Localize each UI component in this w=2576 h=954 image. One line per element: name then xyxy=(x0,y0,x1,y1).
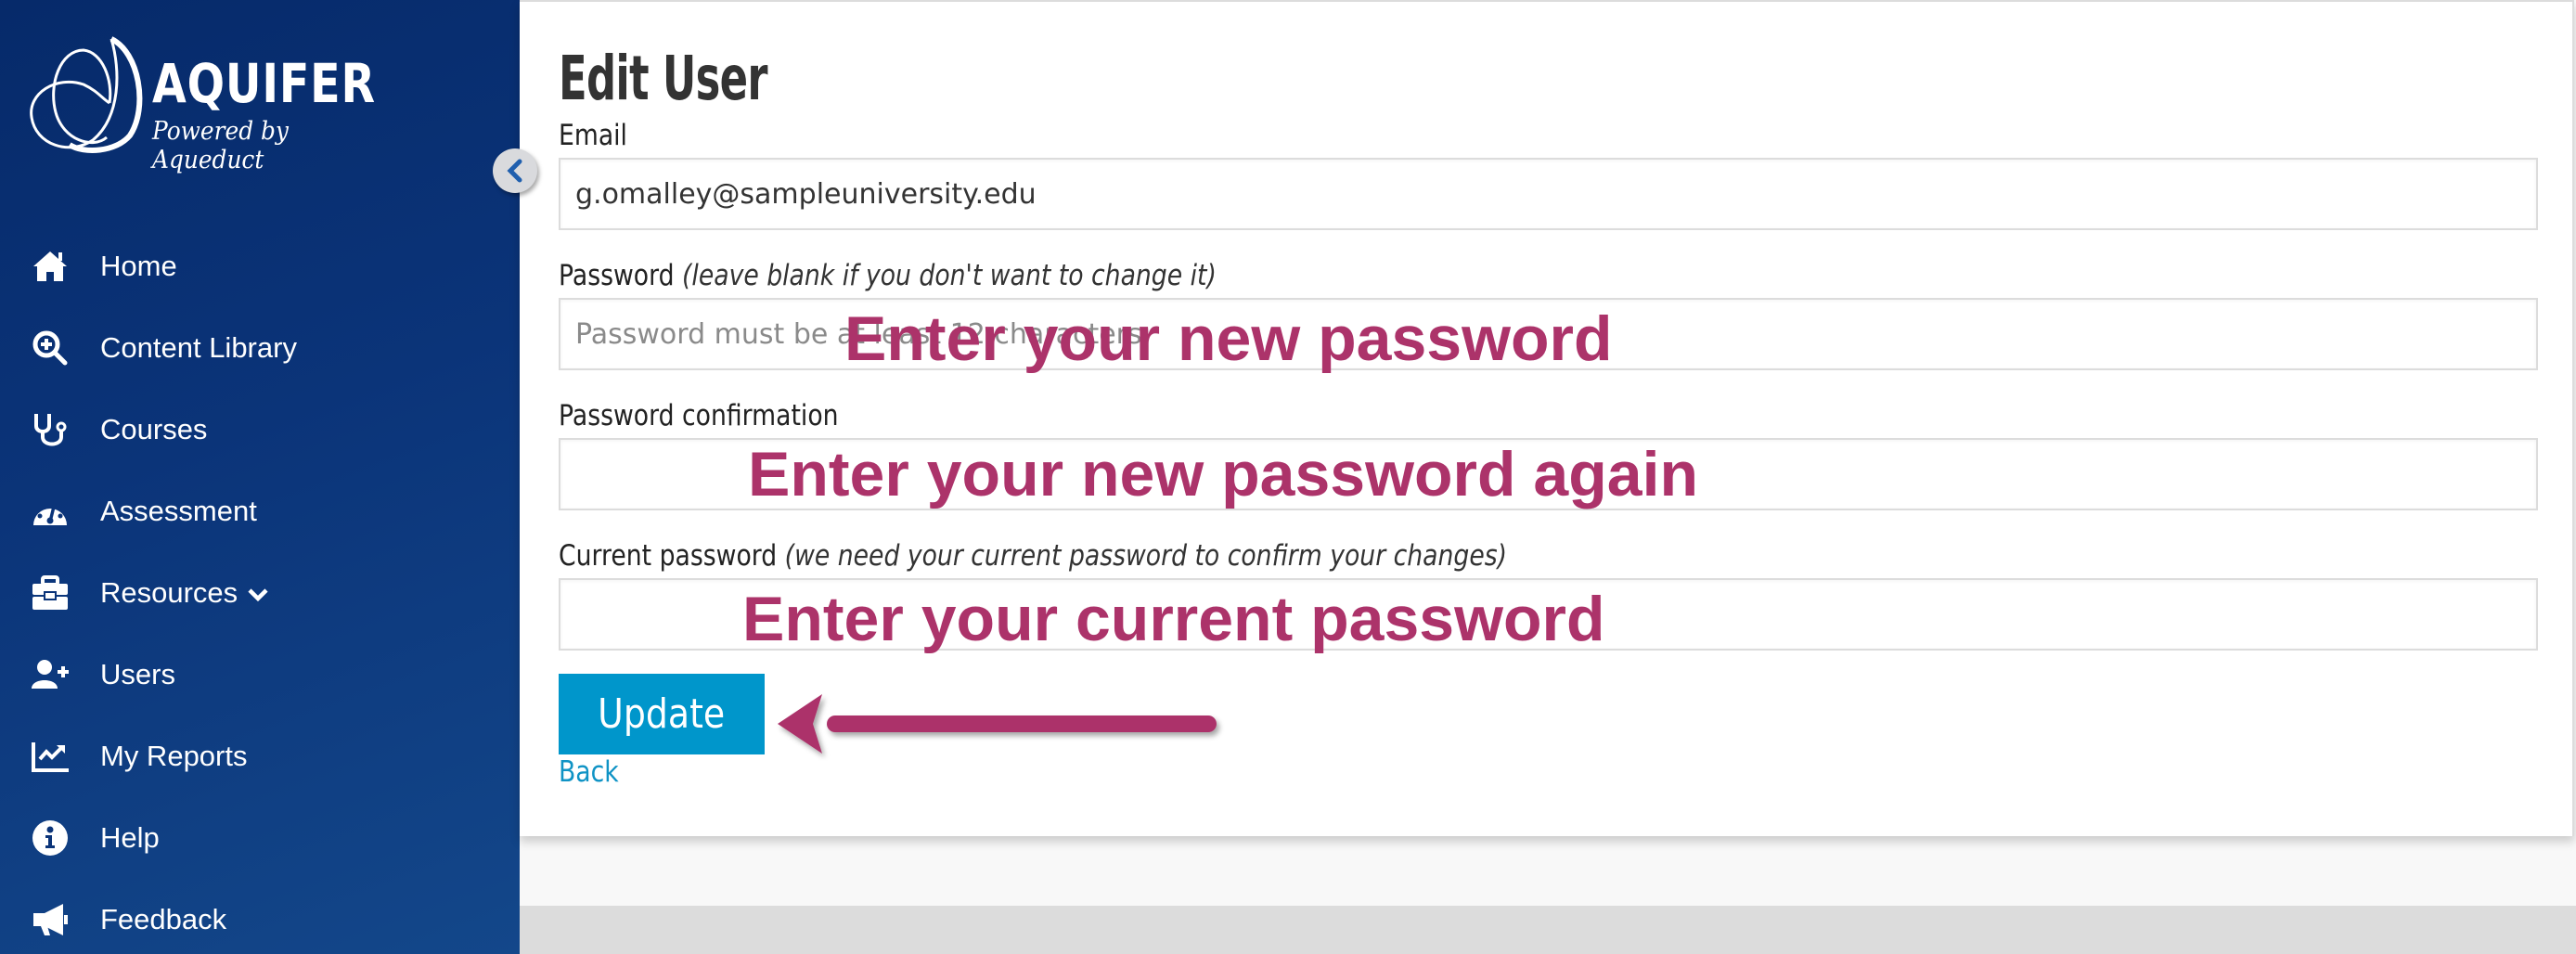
sidebar-item-assessment[interactable]: Assessment xyxy=(0,479,520,544)
back-link[interactable]: Back xyxy=(559,755,619,789)
gauge-icon xyxy=(32,493,69,530)
current-password-label: Current password (we need your current p… xyxy=(559,539,1507,573)
current-password-field[interactable] xyxy=(559,578,2538,651)
chart-line-icon xyxy=(32,738,69,775)
sidebar-item-label: My Reports xyxy=(100,740,248,772)
sidebar-item-content-library[interactable]: Content Library xyxy=(0,316,520,380)
email-field[interactable] xyxy=(559,158,2538,230)
info-circle-icon xyxy=(32,819,69,857)
sidebar-item-label: Users xyxy=(100,658,175,690)
update-button[interactable]: Update xyxy=(559,674,765,754)
stethoscope-icon xyxy=(32,411,69,448)
sidebar-item-users[interactable]: Users xyxy=(0,642,520,707)
sidebar: AQUIFER Powered by Aqueduct Home Content… xyxy=(0,0,520,954)
email-label: Email xyxy=(559,119,627,152)
sidebar-item-feedback[interactable]: Feedback xyxy=(0,887,520,952)
megaphone-icon xyxy=(32,901,69,938)
user-plus-icon xyxy=(32,656,69,693)
password-label: Password (leave blank if you don't want … xyxy=(559,259,1217,292)
sidebar-item-help[interactable]: Help xyxy=(0,806,520,870)
sidebar-item-label: Courses xyxy=(100,413,208,445)
sidebar-item-label: Feedback xyxy=(100,903,227,935)
sidebar-item-label: Content Library xyxy=(100,331,297,364)
password-label-text: Password xyxy=(559,259,675,292)
email-label-text: Email xyxy=(559,119,627,152)
chevron-left-icon xyxy=(507,159,522,183)
password-confirmation-label: Password confirmation xyxy=(559,399,839,432)
chevron-down-icon xyxy=(248,588,268,601)
brand-tagline: Powered by Aqueduct xyxy=(152,117,289,174)
sidebar-collapse-button[interactable] xyxy=(493,148,537,193)
password-confirmation-label-text: Password confirmation xyxy=(559,399,839,432)
annotation-arrow-icon xyxy=(778,694,1217,754)
home-icon xyxy=(32,248,69,285)
sidebar-item-label: Home xyxy=(100,250,177,282)
sidebar-item-courses[interactable]: Courses xyxy=(0,397,520,462)
current-password-label-text: Current password xyxy=(559,539,778,573)
sidebar-item-label: Resources xyxy=(100,576,269,610)
current-password-hint: (we need your current password to confir… xyxy=(784,539,1508,573)
sidebar-item-my-reports[interactable]: My Reports xyxy=(0,724,520,789)
sidebar-item-resources[interactable]: Resources xyxy=(0,561,520,625)
update-button-label: Update xyxy=(598,690,726,738)
search-plus-icon xyxy=(32,329,69,367)
sidebar-item-home[interactable]: Home xyxy=(0,234,520,299)
resources-label: Resources xyxy=(100,576,238,609)
sidebar-item-label: Assessment xyxy=(100,495,257,527)
page-title: Edit User xyxy=(559,43,768,114)
brand-logo[interactable]: AQUIFER Powered by Aqueduct xyxy=(28,33,418,174)
aquifer-swirl-logo-icon xyxy=(30,36,143,153)
sidebar-item-label: Help xyxy=(100,821,160,854)
password-hint: (leave blank if you don't want to change… xyxy=(682,259,1217,292)
brand-name: AQUIFER xyxy=(152,52,376,115)
password-field[interactable] xyxy=(559,298,2538,370)
password-confirmation-field[interactable] xyxy=(559,438,2538,510)
toolbox-icon xyxy=(32,574,69,612)
